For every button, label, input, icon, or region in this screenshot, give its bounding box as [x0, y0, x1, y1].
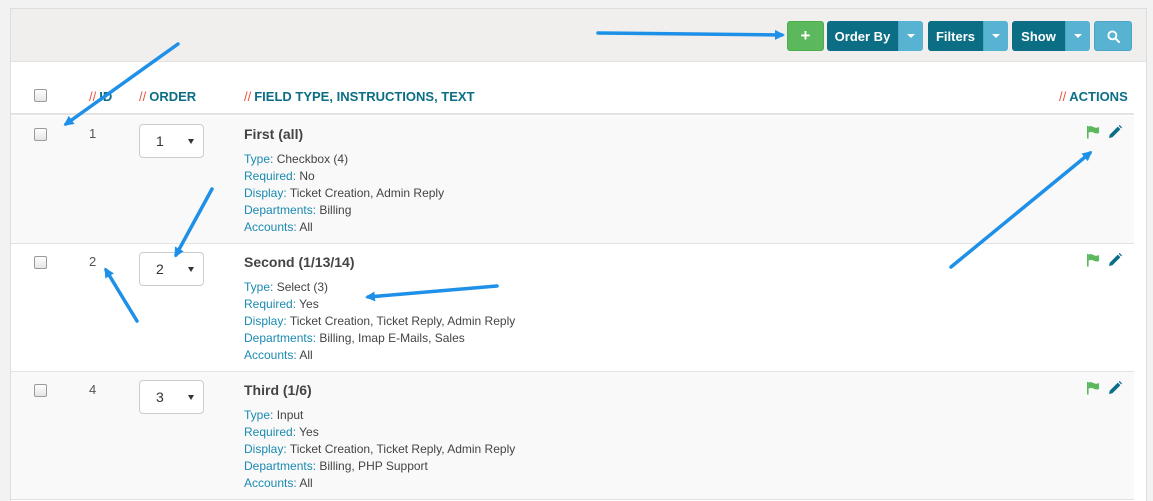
row-id: 1: [89, 126, 97, 141]
field-title: Second (1/13/14): [244, 254, 355, 270]
order-by-dropdown[interactable]: Order By: [827, 21, 923, 51]
order-select[interactable]: 1: [139, 124, 204, 158]
show-dropdown[interactable]: Show: [1012, 21, 1090, 51]
row-checkbox[interactable]: [34, 384, 47, 397]
header-id[interactable]: //ID: [89, 89, 112, 104]
flag-icon[interactable]: [1086, 125, 1100, 139]
row-checkbox[interactable]: [34, 128, 47, 141]
table-row: 2 2 Second (1/13/14) Type: Select (3) Re…: [11, 244, 1134, 372]
field-details: Type: Select (3) Required: Yes Display: …: [244, 280, 516, 362]
filters-button[interactable]: Filters: [928, 21, 983, 51]
table-row: 1 1 First (all) Type: Checkbox (4) Requi…: [11, 116, 1134, 244]
caret-down-icon: [188, 395, 194, 400]
custom-fields-panel: + Order By Filters Show //ID //ORDER //F…: [10, 8, 1147, 501]
search-button[interactable]: [1094, 21, 1132, 51]
filters-caret[interactable]: [983, 21, 1008, 51]
row-id: 4: [89, 382, 97, 397]
caret-down-icon: [188, 267, 194, 272]
field-details: Type: Checkbox (4) Required: No Display:…: [244, 152, 445, 234]
header-actions: //ACTIONS: [1059, 89, 1128, 104]
table-header: //ID //ORDER //FIELD TYPE, INSTRUCTIONS,…: [11, 79, 1134, 115]
order-by-caret[interactable]: [898, 21, 923, 51]
flag-icon[interactable]: [1086, 381, 1100, 395]
show-button[interactable]: Show: [1012, 21, 1065, 51]
row-checkbox[interactable]: [34, 256, 47, 269]
row-id: 2: [89, 254, 97, 269]
caret-down-icon: [992, 34, 1000, 38]
flag-icon[interactable]: [1086, 253, 1100, 267]
caret-down-icon: [1074, 34, 1082, 38]
field-title: Third (1/6): [244, 382, 312, 398]
search-icon: [1106, 29, 1120, 43]
field-title: First (all): [244, 126, 304, 142]
pencil-icon[interactable]: [1108, 253, 1122, 267]
caret-down-icon: [188, 139, 194, 144]
header-field[interactable]: //FIELD TYPE, INSTRUCTIONS, TEXT: [244, 89, 475, 104]
toolbar: + Order By Filters Show: [11, 9, 1146, 62]
filters-dropdown[interactable]: Filters: [928, 21, 1008, 51]
select-all-checkbox[interactable]: [34, 89, 47, 102]
field-details: Type: Input Required: Yes Display: Ticke…: [244, 408, 516, 490]
order-by-button[interactable]: Order By: [827, 21, 898, 51]
header-order[interactable]: //ORDER: [139, 89, 196, 104]
order-select[interactable]: 3: [139, 380, 204, 414]
show-caret[interactable]: [1065, 21, 1090, 51]
plus-icon: +: [800, 26, 811, 45]
pencil-icon[interactable]: [1108, 381, 1122, 395]
table-row: 4 3 Third (1/6) Type: Input Required: Ye…: [11, 372, 1134, 500]
pencil-icon[interactable]: [1108, 125, 1122, 139]
caret-down-icon: [907, 34, 915, 38]
order-select[interactable]: 2: [139, 252, 204, 286]
add-field-button[interactable]: +: [787, 21, 824, 51]
